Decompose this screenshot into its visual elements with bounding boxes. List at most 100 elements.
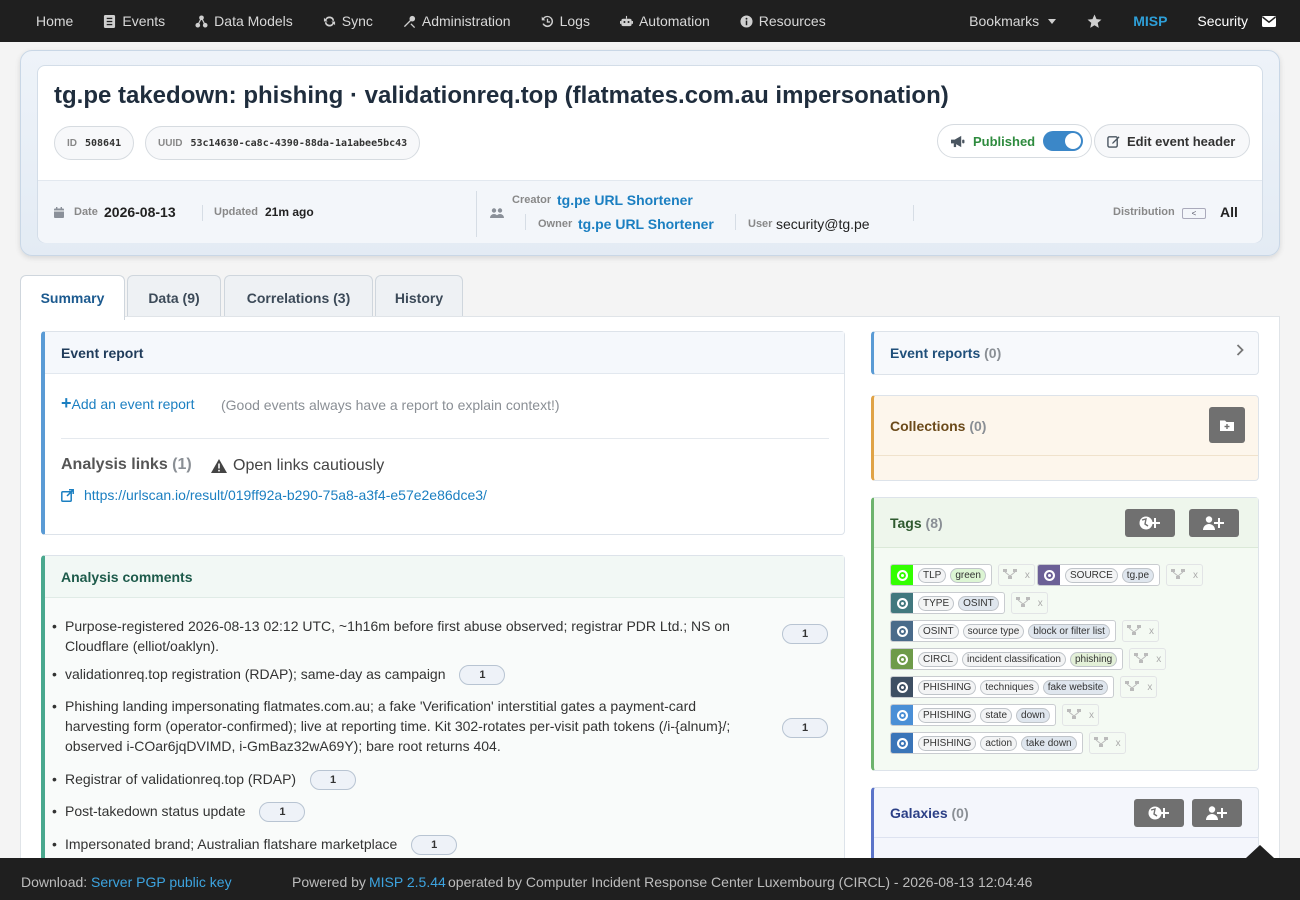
tab-data[interactable]: Data (9) <box>127 275 221 319</box>
edit-icon <box>1107 135 1120 148</box>
add-global-tag-button[interactable] <box>1125 509 1175 537</box>
event-report-hint: (Good events always have a report to exp… <box>221 397 560 413</box>
creator-link[interactable]: tg.pe URL Shortener <box>557 192 693 208</box>
date-value: 2026-08-13 <box>104 204 176 220</box>
comment-text: Impersonated brand; Australian flatshare… <box>65 836 398 852</box>
nav-home[interactable]: Home <box>0 0 88 42</box>
edit-event-header-button[interactable]: Edit event header <box>1094 124 1251 158</box>
history-icon <box>541 15 553 27</box>
tab-correlations[interactable]: Correlations (3) <box>224 275 373 319</box>
comment-item: Impersonated brand; Australian flatshare… <box>52 834 825 856</box>
tag-remove-icon[interactable]: x <box>1116 738 1121 749</box>
tag-relationship-icon[interactable] <box>1015 596 1030 610</box>
divider <box>913 205 914 221</box>
analysis-link-url[interactable]: https://urlscan.io/result/019ff92a-b290-… <box>84 487 487 503</box>
nav-misp-link[interactable]: MISP <box>1118 0 1182 42</box>
nav-user-menu[interactable]: Security <box>1182 0 1276 42</box>
tag-relationship-icon[interactable] <box>1134 652 1149 666</box>
tag-namespace: PHISHING <box>918 679 977 695</box>
comment-count-badge[interactable]: 1 <box>459 665 506 686</box>
tag-remove-icon[interactable]: x <box>1038 598 1043 609</box>
tag-chip[interactable]: SOURCE tg.pe <box>1037 564 1161 586</box>
event-reports-count: (0) <box>984 345 1002 361</box>
tab-data-label: Data (9) <box>148 289 200 306</box>
tag-remove-icon[interactable]: x <box>1149 626 1154 637</box>
nav-data-models[interactable]: Data Models <box>180 0 308 42</box>
comment-text: validationreq.top registration (RDAP); s… <box>65 666 446 682</box>
tag-value: take down <box>1021 735 1077 751</box>
event-reports-header: Event reports (0) <box>874 332 1258 374</box>
nav-events[interactable]: Events <box>88 0 180 42</box>
comment-count-badge[interactable]: 1 <box>782 718 828 738</box>
star-icon[interactable] <box>1071 0 1118 42</box>
nav-resources[interactable]: Resources <box>725 0 841 42</box>
warning-icon <box>211 459 227 473</box>
scroll-top-icon[interactable] <box>1246 845 1274 858</box>
star-glyph-icon <box>1087 14 1102 28</box>
tag-relationship-icon[interactable] <box>1126 624 1141 638</box>
globe-icon <box>891 705 913 725</box>
nav-logs[interactable]: Logs <box>526 0 605 42</box>
tag-relationship-icon[interactable] <box>1093 736 1108 750</box>
add-local-tag-button[interactable] <box>1189 509 1239 537</box>
tab-summary[interactable]: Summary <box>20 275 125 320</box>
tag-namespace: SOURCE <box>1065 567 1118 583</box>
comment-count-badge[interactable]: 1 <box>259 802 306 823</box>
tag-value: phishing <box>1069 651 1118 667</box>
footer-misp-link[interactable]: MISP 2.5.44 <box>369 874 446 890</box>
comment-count-badge[interactable]: 1 <box>411 835 458 856</box>
tag-chip[interactable]: PHISHING techniques fake website <box>890 676 1115 698</box>
user-value: security@tg.pe <box>776 216 870 232</box>
tag-item: CIRCL incident classification phishing x <box>890 648 1167 670</box>
event-reports-panel[interactable]: Event reports (0) <box>871 331 1259 375</box>
comment-text: Phishing landing impersonating flatmates… <box>65 698 731 754</box>
comment-count-badge[interactable]: 1 <box>310 770 356 791</box>
tag-chip[interactable]: PHISHING action take down <box>890 732 1083 754</box>
add-collection-button[interactable] <box>1209 407 1245 443</box>
tag-remove-icon[interactable]: x <box>1089 710 1094 721</box>
tag-remove-icon[interactable]: x <box>1156 654 1161 665</box>
tag-relationship-icon[interactable] <box>1125 680 1140 694</box>
tag-chip[interactable]: PHISHING state down <box>890 704 1056 726</box>
footer-pgp-link[interactable]: Server PGP public key <box>91 874 232 890</box>
tag-value: fake website <box>1042 679 1109 695</box>
nav-bookmarks-dropdown[interactable]: Bookmarks <box>933 0 1071 42</box>
tag-chip[interactable]: CIRCL incident classification phishing <box>890 648 1124 670</box>
tag-chip[interactable]: TYPE OSINT <box>890 592 1005 614</box>
nav-user-label: Security <box>1197 13 1248 29</box>
tag-item: SOURCE tg.pe x <box>1037 564 1204 586</box>
tag-chip[interactable]: TLP green <box>890 564 992 586</box>
collections-panel: Collections (0) <box>871 395 1259 481</box>
nav-administration-label: Administration <box>421 13 511 29</box>
comment-text: Post-takedown status update <box>65 803 246 819</box>
published-label: Published <box>973 133 1036 149</box>
footer-download-label: Download: <box>21 874 88 890</box>
tab-history-label: History <box>394 289 444 306</box>
event-uuid-pill[interactable]: UUID 53c14630-ca8c-4390-88da-1a1abee5bc4… <box>145 126 421 160</box>
tag-remove-icon[interactable]: x <box>1193 570 1198 581</box>
nav-automation[interactable]: Automation <box>605 0 725 42</box>
tag-item: PHISHING action take down x <box>890 732 1126 754</box>
tag-chip[interactable]: OSINT source type block or filter list <box>890 620 1116 642</box>
comment-count-badge[interactable]: 1 <box>782 624 828 644</box>
tag-remove-icon[interactable]: x <box>1147 682 1152 693</box>
add-global-galaxy-button[interactable] <box>1134 799 1184 827</box>
tag-relationship-icon[interactable] <box>1002 568 1017 582</box>
tag-namespace: TLP <box>918 567 947 583</box>
published-toggle[interactable] <box>1043 131 1084 151</box>
tab-history[interactable]: History <box>375 275 463 319</box>
date-label: Date <box>74 206 98 218</box>
chevron-right-icon[interactable] <box>1236 344 1244 356</box>
event-id-pill[interactable]: ID 508641 <box>54 126 135 160</box>
tag-relationship-icon[interactable] <box>1171 568 1186 582</box>
add-local-galaxy-button[interactable] <box>1192 799 1242 827</box>
nav-logs-label: Logs <box>559 13 590 29</box>
owner-link[interactable]: tg.pe URL Shortener <box>578 216 714 232</box>
tag-relationship-icon[interactable] <box>1066 708 1081 722</box>
tab-summary-label: Summary <box>40 290 105 306</box>
tag-remove-icon[interactable]: x <box>1025 570 1030 581</box>
nav-administration[interactable]: Administration <box>388 0 526 42</box>
tools-icon <box>403 15 415 28</box>
nav-sync[interactable]: Sync <box>308 0 388 42</box>
add-event-report-link[interactable]: +Add an event report <box>61 394 195 412</box>
